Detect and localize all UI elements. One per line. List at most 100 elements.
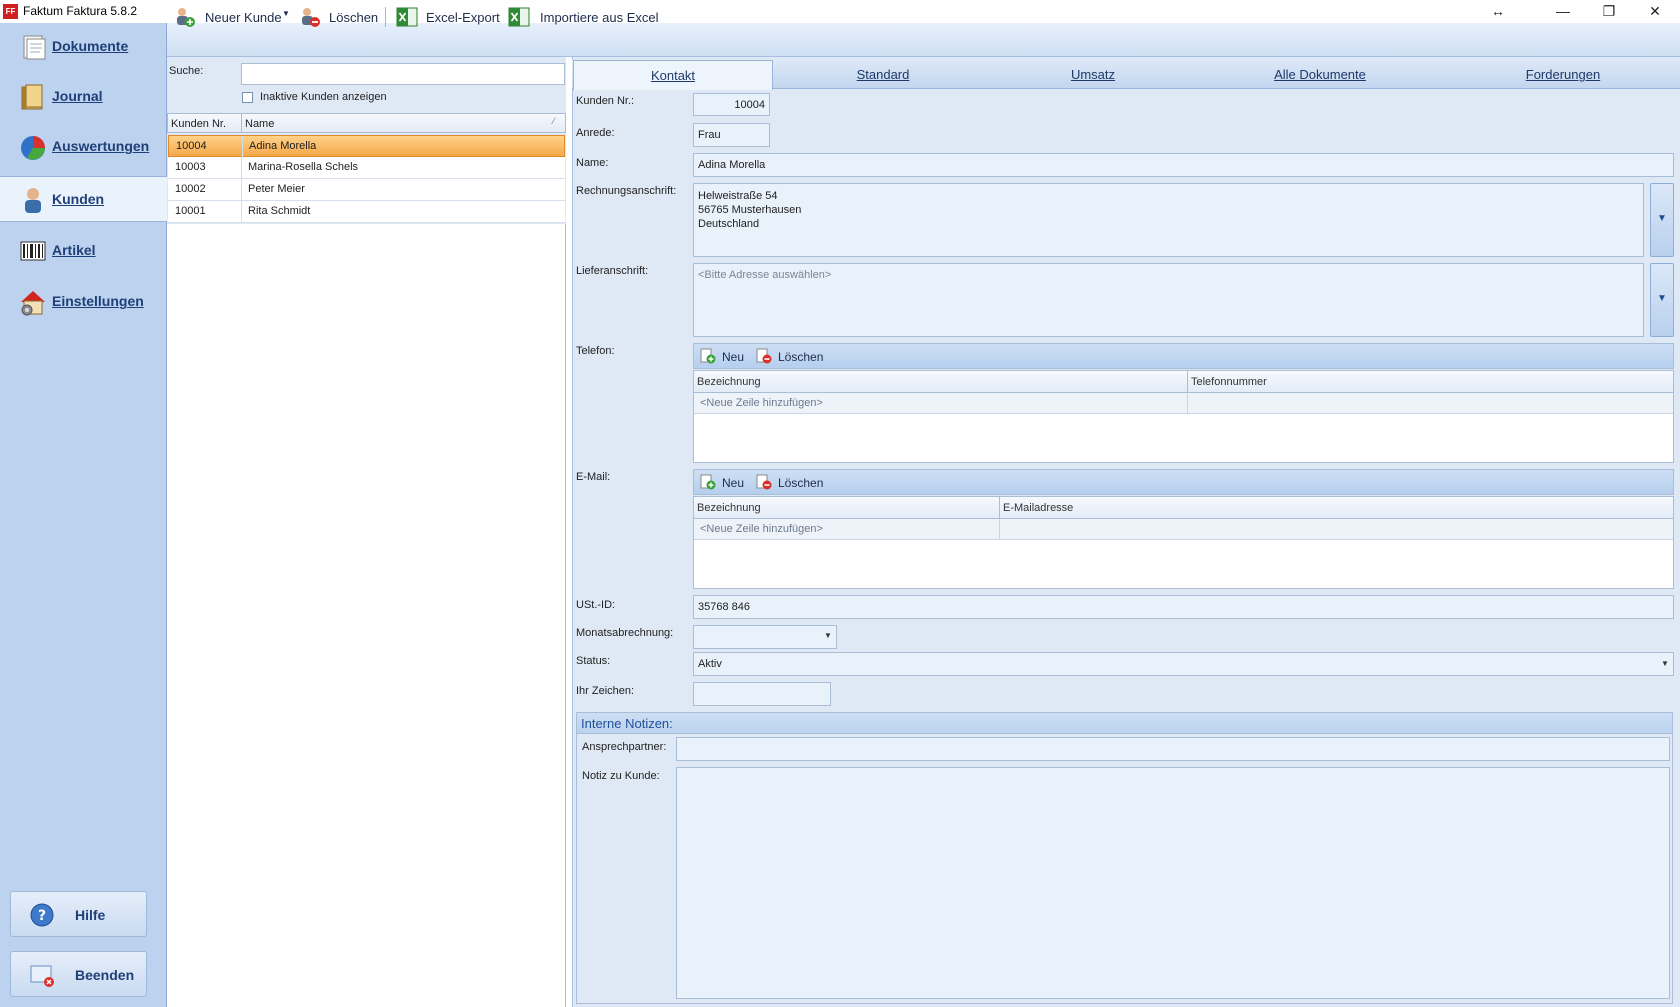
- exit-label: Beenden: [75, 967, 135, 983]
- telefon-new-button[interactable]: Neu: [722, 350, 744, 364]
- ansprech-field[interactable]: [676, 737, 1670, 761]
- customer-name: Adina Morella: [249, 140, 317, 152]
- anrede-field[interactable]: Frau: [693, 123, 770, 147]
- monat-select[interactable]: [693, 625, 837, 649]
- sidebar-item-auswertungen[interactable]: Auswertungen: [0, 124, 167, 170]
- sidebar-item-label: Dokumente: [52, 38, 129, 54]
- excel-icon: [508, 7, 530, 27]
- tab-standard[interactable]: Standard: [783, 60, 983, 89]
- customer-nr: 10001: [175, 205, 206, 217]
- sidebar-item-artikel[interactable]: Artikel: [0, 228, 167, 274]
- excel-import-label: Importiere aus Excel: [540, 10, 659, 25]
- journal-icon: [21, 84, 43, 110]
- column-header-nr[interactable]: Kunden Nr.: [171, 118, 226, 130]
- table-row[interactable]: 10002 Peter Meier: [168, 179, 565, 201]
- delete-icon: [756, 348, 772, 364]
- customer-nr: 10003: [175, 161, 206, 173]
- liefer-address-field[interactable]: <Bitte Adresse auswählen>: [693, 263, 1644, 337]
- notiz-textarea[interactable]: [676, 767, 1670, 999]
- liefer-dropdown-button[interactable]: ▼: [1650, 263, 1674, 337]
- remove-user-icon: [302, 8, 320, 27]
- new-row-placeholder: <Neue Zeile hinzufügen>: [700, 397, 823, 409]
- table-row[interactable]: 10003 Marina-Rosella Schels: [168, 157, 565, 179]
- column-header-bezeichnung[interactable]: Bezeichnung: [697, 376, 761, 388]
- excel-export-button[interactable]: Excel-Export: [396, 6, 500, 28]
- help-label: Hilfe: [75, 907, 106, 923]
- telefon-grid-header: Bezeichnung Telefonnummer: [694, 371, 1673, 393]
- new-customer-button[interactable]: Neuer Kunde ▼: [174, 6, 290, 28]
- column-header-bezeichnung[interactable]: Bezeichnung: [697, 502, 761, 514]
- app-logo-icon: FF: [3, 4, 18, 19]
- table-row[interactable]: 10001 Rita Schmidt: [168, 201, 565, 223]
- column-header-telefon[interactable]: Telefonnummer: [1191, 376, 1267, 388]
- new-customer-label: Neuer Kunde: [205, 10, 282, 25]
- zeichen-field[interactable]: [693, 682, 831, 706]
- restore-button[interactable]: ❐: [1586, 0, 1632, 23]
- chevron-down-icon: ▼: [1657, 293, 1667, 304]
- sort-icon: ⁄: [553, 116, 555, 126]
- tab-umsatz[interactable]: Umsatz: [993, 60, 1193, 89]
- excel-icon: [396, 7, 418, 27]
- sidebar-item-journal[interactable]: Journal: [0, 74, 167, 120]
- name-label: Name:: [576, 157, 609, 169]
- liefer-label: Lieferanschrift:: [576, 265, 649, 277]
- sidebar-item-einstellungen[interactable]: Einstellungen: [0, 279, 167, 325]
- documents-icon: [23, 35, 46, 60]
- tab-alle-dokumente[interactable]: Alle Dokumente: [1220, 60, 1420, 89]
- chevron-down-icon[interactable]: ▼: [824, 631, 832, 640]
- inactive-checkbox[interactable]: [242, 92, 253, 103]
- sidebar-item-label: Artikel: [52, 242, 96, 258]
- email-new-button[interactable]: Neu: [722, 476, 744, 490]
- column-header-name[interactable]: Name: [245, 118, 274, 130]
- help-button[interactable]: ? Hilfe: [10, 891, 147, 937]
- chevron-down-icon[interactable]: ▼: [282, 9, 290, 18]
- notes-section-header: Interne Notizen:: [576, 712, 1673, 734]
- search-label: Suche:: [169, 65, 204, 77]
- sidebar-item-kunden[interactable]: Kunden: [0, 176, 167, 222]
- column-header-email[interactable]: E-Mailadresse: [1003, 502, 1073, 514]
- ust-label: USt.-ID:: [576, 599, 616, 611]
- toolbar-separator: [385, 7, 386, 27]
- search-input[interactable]: [241, 63, 565, 85]
- customer-name: Rita Schmidt: [248, 205, 311, 217]
- exit-button[interactable]: Beenden: [10, 951, 147, 997]
- close-button[interactable]: ✕: [1632, 0, 1678, 23]
- status-select[interactable]: Aktiv: [693, 652, 1674, 676]
- telefon-grid: Bezeichnung Telefonnummer <Neue Zeile hi…: [693, 370, 1674, 463]
- tab-forderungen[interactable]: Forderungen: [1463, 60, 1663, 89]
- notiz-label: Notiz zu Kunde:: [582, 770, 660, 782]
- tab-kontakt[interactable]: Kontakt: [573, 60, 773, 90]
- help-icon: ?: [30, 903, 54, 927]
- table-row[interactable]: 10004 Adina Morella: [168, 135, 565, 158]
- rechnung-dropdown-button[interactable]: ▼: [1650, 183, 1674, 257]
- chevron-down-icon: ▼: [1657, 213, 1667, 224]
- status-label: Status:: [576, 655, 611, 667]
- chevron-down-icon[interactable]: ▼: [1661, 659, 1669, 668]
- rechnung-address-field[interactable]: Helweistraße 54 56765 Musterhausen Deuts…: [693, 183, 1644, 257]
- notes-title: Interne Notizen:: [581, 716, 673, 731]
- cell-divider: [241, 201, 242, 223]
- column-divider: [241, 114, 242, 133]
- telefon-delete-button[interactable]: Löschen: [778, 350, 823, 364]
- customer-nr: 10002: [175, 183, 206, 195]
- sidebar-item-dokumente[interactable]: Dokumente: [0, 24, 167, 70]
- email-delete-button[interactable]: Löschen: [778, 476, 823, 490]
- ust-field[interactable]: 35768 846: [693, 595, 1674, 619]
- minimize-button[interactable]: —: [1540, 0, 1586, 23]
- excel-export-label: Excel-Export: [426, 10, 500, 25]
- email-new-row[interactable]: <Neue Zeile hinzufügen>: [694, 519, 1673, 540]
- kunden-nr-field[interactable]: 10004: [693, 93, 770, 116]
- excel-import-button[interactable]: Importiere aus Excel: [508, 6, 659, 28]
- resize-icon[interactable]: ↔: [1475, 0, 1521, 23]
- rechnung-label: Rechnungsanschrift:: [576, 185, 677, 197]
- customer-icon: [25, 188, 41, 213]
- telefon-toolbar: Neu Löschen: [693, 343, 1674, 369]
- email-label: E-Mail:: [576, 471, 611, 483]
- name-field[interactable]: Adina Morella: [693, 153, 1674, 177]
- anrede-label: Anrede:: [576, 127, 615, 139]
- toolbar: [167, 23, 1680, 57]
- sidebar: [0, 23, 167, 1007]
- column-divider: [1187, 371, 1188, 392]
- delete-customer-button[interactable]: Löschen: [299, 6, 379, 28]
- telefon-new-row[interactable]: <Neue Zeile hinzufügen>: [694, 393, 1673, 414]
